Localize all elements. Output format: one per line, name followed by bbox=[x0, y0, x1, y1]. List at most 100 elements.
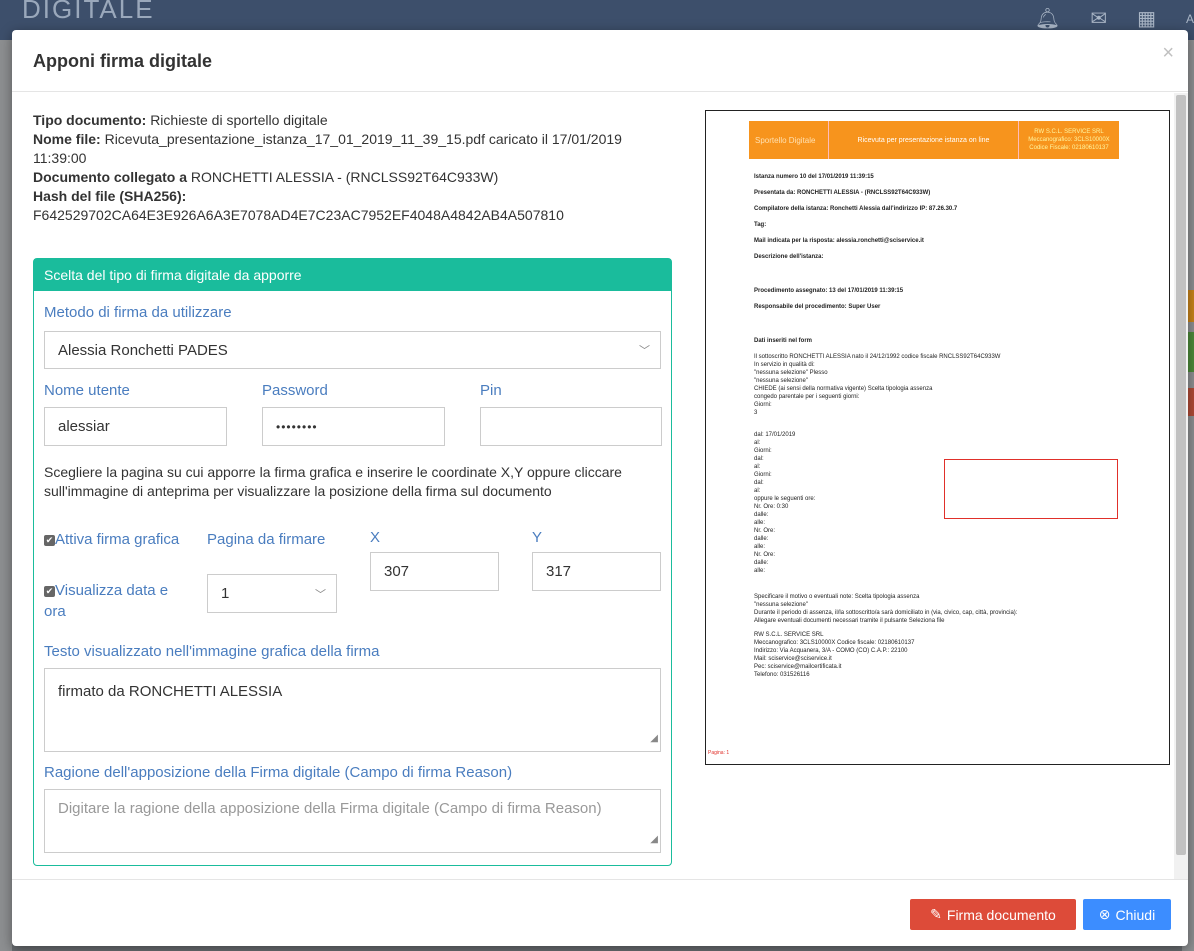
preview-header: Sportello Digitale Ricevuta per presenta… bbox=[749, 121, 1119, 159]
chevron-down-icon: ﹀ bbox=[315, 588, 326, 601]
preview-line: Specificare il motivo o eventuali note: … bbox=[754, 594, 920, 600]
dialog-body: Tipo documento: Richieste di sportello d… bbox=[12, 93, 1188, 879]
preview-line: Pec: sciservice@mailcertificata.it bbox=[754, 664, 842, 670]
preview-line: Meccanografico: 3CLS10000X Codice fiscal… bbox=[754, 640, 915, 646]
panel-heading: Scelta del tipo di firma digitale da app… bbox=[34, 259, 671, 291]
resize-handle-icon[interactable]: ◢ bbox=[650, 829, 658, 851]
collegato-label: Documento collegato a bbox=[33, 169, 188, 185]
preview-line: Il sottoscritto RONCHETTI ALESSIA nato i… bbox=[754, 354, 1001, 360]
signature-position-box bbox=[944, 459, 1118, 519]
metodo-select[interactable]: Alessia Ronchetti PADES ﹀ bbox=[44, 331, 661, 369]
checkmark-icon: ✔ bbox=[44, 586, 55, 597]
metodo-label: Metodo di firma da utilizzare bbox=[44, 304, 232, 321]
preview-line: dalle: bbox=[754, 536, 769, 542]
preview-line: dal: 17/01/2019 bbox=[754, 432, 796, 438]
preview-line: Descrizione dell'istanza: bbox=[754, 254, 824, 260]
preview-line: Allegare eventuali documenti necessari t… bbox=[754, 618, 945, 624]
dialog-title: Apponi firma digitale bbox=[33, 51, 213, 71]
preview-line: congedo parentale per i seguenti giorni: bbox=[754, 394, 860, 400]
preview-line: Compilatore della istanza: Ronchetti Ale… bbox=[754, 206, 958, 212]
ragione-label: Ragione dell'apposizione della Firma dig… bbox=[44, 764, 513, 781]
chiudi-label: Chiudi bbox=[1115, 906, 1156, 923]
preview-line: Giorni: bbox=[754, 448, 772, 454]
preview-line: Responsabile del procedimento: Super Use… bbox=[754, 304, 881, 310]
y-label: Y bbox=[532, 529, 543, 546]
chevron-down-icon: ﹀ bbox=[639, 345, 650, 357]
document-preview[interactable]: Sportello Digitale Ricevuta per presenta… bbox=[705, 110, 1170, 765]
testo-value: firmato da RONCHETTI ALESSIA bbox=[58, 683, 283, 700]
hash-label: Hash del file (SHA256): bbox=[33, 188, 187, 204]
nome-file-label: Nome file: bbox=[33, 131, 101, 147]
preview-line: Presentata da: RONCHETTI ALESSIA - (RNCL… bbox=[754, 190, 931, 196]
preview-content: Istanza numero 10 del 17/01/2019 11:39:1… bbox=[754, 173, 1124, 679]
preview-line: Dati inseriti nel form bbox=[754, 338, 813, 344]
preview-line: CHIEDE (ai sensi della normativa vigente… bbox=[754, 386, 933, 392]
preview-line: 3 bbox=[754, 410, 758, 416]
pagina-select[interactable]: 1 ﹀ bbox=[207, 574, 337, 613]
nome-utente-label: Nome utente bbox=[44, 382, 130, 399]
preview-line: RW S.C.L. SERVICE SRL bbox=[754, 632, 824, 638]
preview-line: dalle: bbox=[754, 560, 769, 566]
x-label: X bbox=[370, 529, 381, 546]
preview-line: Mail indicata per la risposta: alessia.r… bbox=[754, 238, 924, 244]
visualizza-data-checkbox[interactable]: ✔ Visualizza data e ora bbox=[44, 580, 184, 622]
preview-header-right: RW S.C.L. SERVICE SRL Meccanografico: 3C… bbox=[1028, 129, 1110, 151]
preview-line: Nr. Ore: bbox=[754, 528, 776, 534]
preview-header-left: Sportello Digitale bbox=[749, 121, 829, 159]
dialog-footer: ✎ Firma documento ⊗ Chiudi bbox=[12, 879, 1188, 946]
bell-icon[interactable]: 🔔︎ bbox=[1035, 6, 1060, 31]
preview-line: Tag: bbox=[754, 222, 767, 228]
preview-line: In servizio in qualità di: bbox=[754, 362, 815, 368]
avatar[interactable]: A bbox=[1186, 6, 1194, 31]
close-circle-icon: ⊗ bbox=[1098, 906, 1111, 922]
ragione-textarea[interactable]: Digitare la ragione della apposizione de… bbox=[44, 789, 661, 853]
testo-textarea[interactable]: firmato da RONCHETTI ALESSIA ◢ bbox=[44, 668, 661, 752]
metodo-value: Alessia Ronchetti PADES bbox=[58, 341, 228, 359]
preview-line: Procedimento assegnato: 13 del 17/01/201… bbox=[754, 288, 904, 294]
preview-line: "nessuna selezione" Plesso bbox=[754, 370, 828, 376]
firma-documento-button[interactable]: ✎ Firma documento bbox=[910, 899, 1076, 930]
scrollbar[interactable] bbox=[1174, 93, 1188, 879]
scroll-thumb[interactable] bbox=[1176, 95, 1186, 855]
hash-value: F642529702CA64E3E926A6A3E7078AD4E7C23AC7… bbox=[33, 207, 564, 223]
app-brand: DIGITALE bbox=[22, 0, 155, 24]
document-info: Tipo documento: Richieste di sportello d… bbox=[33, 111, 673, 225]
collegato-value: RONCHETTI ALESSIA - (RNCLSS92T64C933W) bbox=[190, 169, 499, 185]
preview-line: "nessuna selezione" bbox=[754, 378, 808, 384]
preview-line: Durante il periodo di assenza, il/la sot… bbox=[754, 610, 1018, 616]
resize-handle-icon[interactable]: ◢ bbox=[650, 728, 658, 750]
edit-icon: ✎ bbox=[930, 906, 942, 922]
username-input[interactable]: alessiar bbox=[44, 407, 227, 446]
preview-line: Indirizzo: Via Acquanera, 3/A - COMO (CO… bbox=[754, 648, 908, 654]
password-input[interactable]: •••••••• bbox=[262, 407, 445, 446]
preview-line: "nessuna selezione" bbox=[754, 602, 808, 608]
password-label: Password bbox=[262, 382, 328, 399]
pin-input[interactable] bbox=[480, 407, 662, 446]
help-text: Scegliere la pagina su cui apporre la fi… bbox=[44, 464, 622, 499]
visualizza-label: Visualizza data e ora bbox=[44, 582, 169, 620]
preview-page-label: Pagina: 1 bbox=[708, 750, 730, 756]
ragione-placeholder: Digitare la ragione della apposizione de… bbox=[58, 800, 602, 817]
checkmark-icon: ✔ bbox=[44, 535, 55, 546]
preview-header-mid: Ricevuta per presentazione istanza on li… bbox=[829, 121, 1019, 159]
preview-line: Giorni: bbox=[754, 402, 772, 408]
preview-line: alle: bbox=[754, 520, 766, 526]
testo-label: Testo visualizzato nell'immagine grafica… bbox=[44, 643, 380, 660]
attiva-firma-checkbox[interactable]: ✔ Attiva firma grafica bbox=[44, 529, 184, 550]
preview-line: Istanza numero 10 del 17/01/2019 11:39:1… bbox=[754, 174, 874, 180]
preview-line: al: bbox=[754, 440, 761, 446]
firma-label: Firma documento bbox=[946, 906, 1056, 923]
envelope-icon[interactable]: ✉︎ bbox=[1090, 6, 1107, 31]
close-icon[interactable]: × bbox=[1162, 42, 1174, 65]
y-input[interactable]: 317 bbox=[532, 552, 661, 591]
tipo-label: Tipo documento: bbox=[33, 112, 147, 128]
x-input[interactable]: 307 bbox=[370, 552, 499, 591]
preview-line: alle: bbox=[754, 568, 766, 574]
preview-line: alle: bbox=[754, 544, 766, 550]
calendar-icon[interactable]: ▦ bbox=[1137, 6, 1156, 31]
preview-line: Nr. Ore: bbox=[754, 552, 776, 558]
tipo-value: Richieste di sportello digitale bbox=[150, 112, 328, 128]
sign-dialog: Apponi firma digitale × Tipo documento: … bbox=[12, 30, 1188, 946]
chiudi-button[interactable]: ⊗ Chiudi bbox=[1083, 899, 1171, 930]
dialog-header: Apponi firma digitale × bbox=[12, 30, 1188, 92]
